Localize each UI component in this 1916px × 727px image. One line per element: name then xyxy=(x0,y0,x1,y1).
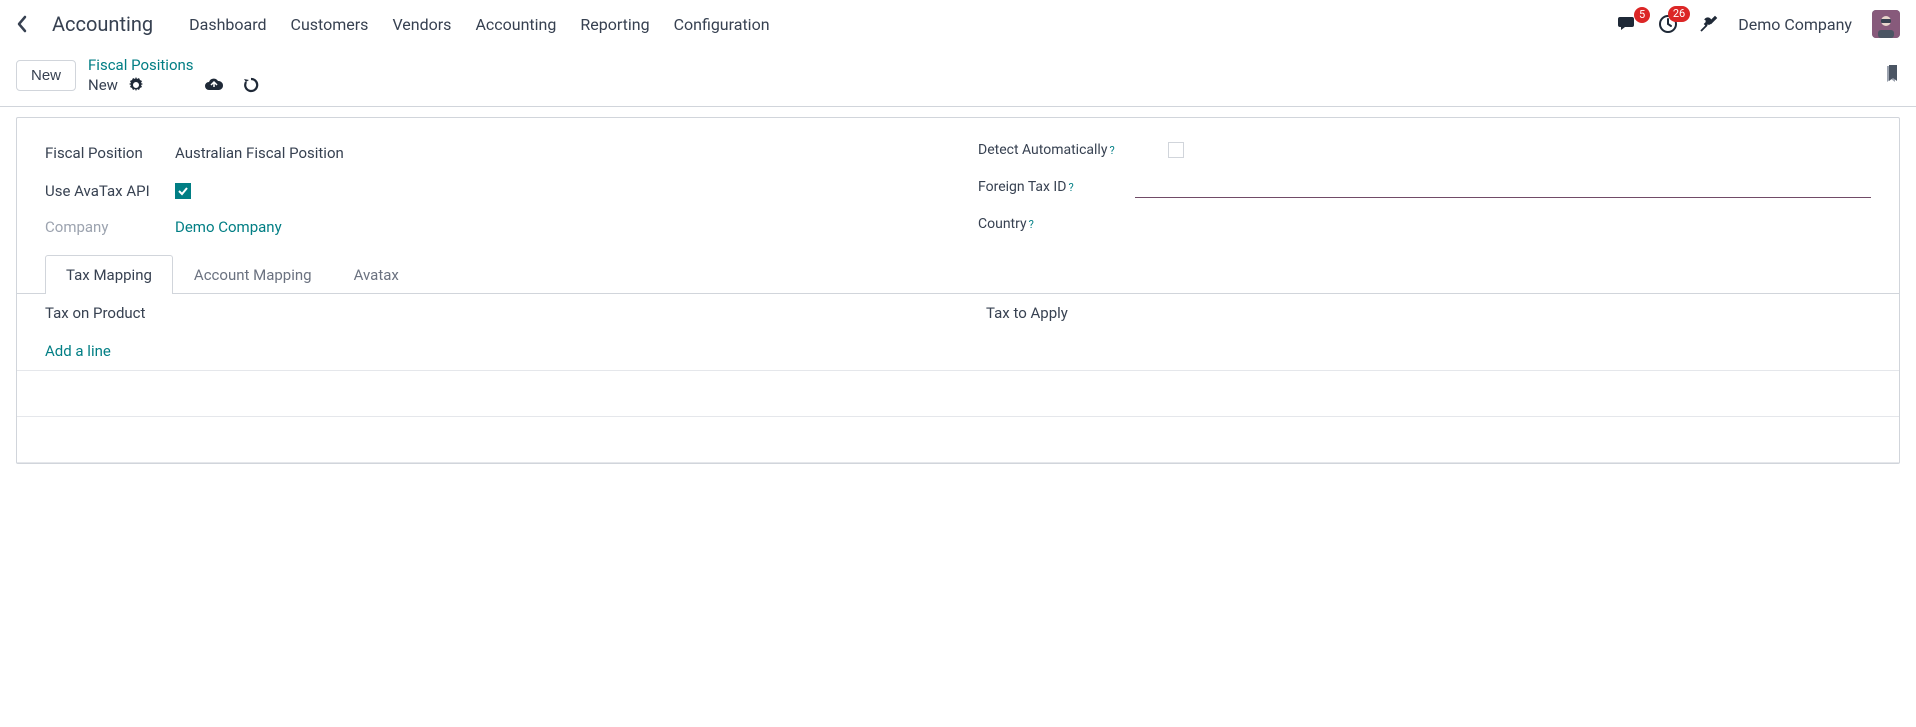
messages-badge: 5 xyxy=(1634,7,1650,23)
form-col-right: Detect Automatically ? Foreign Tax ID ? … xyxy=(978,142,1871,236)
nav-right: 5 26 Demo Company xyxy=(1618,10,1900,38)
foreign-tax-id-help-icon[interactable]: ? xyxy=(1068,181,1073,194)
detect-auto-checkbox[interactable] xyxy=(1168,142,1184,158)
nav-item-customers[interactable]: Customers xyxy=(291,15,369,34)
activities-badge: 26 xyxy=(1668,6,1690,22)
country-label: Country xyxy=(978,216,1027,232)
detect-auto-label: Detect Automatically xyxy=(978,142,1107,158)
tools-icon[interactable] xyxy=(1698,14,1718,34)
fiscal-position-value[interactable]: Australian Fiscal Position xyxy=(175,142,344,164)
foreign-tax-id-label: Foreign Tax ID xyxy=(978,179,1066,195)
nav-item-configuration[interactable]: Configuration xyxy=(674,15,770,34)
tab-tax-mapping[interactable]: Tax Mapping xyxy=(45,255,173,294)
nav-item-reporting[interactable]: Reporting xyxy=(580,15,649,34)
nav-item-dashboard[interactable]: Dashboard xyxy=(189,15,266,34)
nav-item-vendors[interactable]: Vendors xyxy=(392,15,451,34)
fiscal-position-label: Fiscal Position xyxy=(45,144,175,162)
tab-avatax[interactable]: Avatax xyxy=(333,255,420,294)
back-chevron-icon[interactable] xyxy=(16,15,28,33)
bookmark-icon[interactable] xyxy=(1884,65,1900,85)
nav-menu: Dashboard Customers Vendors Accounting R… xyxy=(189,15,769,34)
field-company: Company Demo Company xyxy=(45,218,938,236)
company-selector[interactable]: Demo Company xyxy=(1738,15,1852,34)
top-nav: Accounting Dashboard Customers Vendors A… xyxy=(0,0,1916,48)
table-empty-row xyxy=(17,371,1899,417)
nav-left: Accounting Dashboard Customers Vendors A… xyxy=(16,12,770,36)
foreign-tax-id-input[interactable] xyxy=(1135,176,1871,198)
company-label: Company xyxy=(45,218,175,236)
user-avatar[interactable] xyxy=(1872,10,1900,38)
field-fiscal-position: Fiscal Position Australian Fiscal Positi… xyxy=(45,142,938,164)
cloud-save-icon[interactable] xyxy=(204,77,224,93)
form-col-left: Fiscal Position Australian Fiscal Positi… xyxy=(45,142,938,236)
discard-icon[interactable] xyxy=(242,76,260,94)
detect-auto-help-icon[interactable]: ? xyxy=(1109,144,1114,157)
gear-icon[interactable] xyxy=(128,77,144,93)
col-tax-to-apply: Tax to Apply xyxy=(958,304,1899,322)
add-line-row: Add a line xyxy=(17,332,1899,371)
nav-item-accounting[interactable]: Accounting xyxy=(475,15,556,34)
tabs: Tax Mapping Account Mapping Avatax xyxy=(17,254,1899,294)
app-title[interactable]: Accounting xyxy=(52,12,153,36)
add-line-link[interactable]: Add a line xyxy=(45,342,111,360)
col-tax-on-product: Tax on Product xyxy=(17,304,958,322)
table-empty-row xyxy=(17,417,1899,463)
breadcrumb-row: New Fiscal Positions New xyxy=(0,48,1916,107)
form-sheet: Fiscal Position Australian Fiscal Positi… xyxy=(16,117,1900,464)
field-detect-auto: Detect Automatically ? xyxy=(978,142,1871,158)
breadcrumb: Fiscal Positions New xyxy=(88,56,260,94)
form-columns: Fiscal Position Australian Fiscal Positi… xyxy=(45,142,1871,236)
tab-account-mapping[interactable]: Account Mapping xyxy=(173,255,333,294)
table-body: Add a line xyxy=(17,332,1899,463)
field-foreign-tax-id: Foreign Tax ID ? xyxy=(978,176,1871,198)
field-use-avatax: Use AvaTax API xyxy=(45,182,938,200)
breadcrumb-parent[interactable]: Fiscal Positions xyxy=(88,56,260,74)
breadcrumb-current: New xyxy=(88,76,118,94)
messages-icon[interactable]: 5 xyxy=(1618,15,1638,33)
company-value[interactable]: Demo Company xyxy=(175,218,282,236)
country-help-icon[interactable]: ? xyxy=(1029,218,1034,231)
use-avatax-checkbox[interactable] xyxy=(175,183,191,199)
use-avatax-label: Use AvaTax API xyxy=(45,182,175,200)
activities-icon[interactable]: 26 xyxy=(1658,14,1678,34)
field-country: Country ? xyxy=(978,216,1871,232)
table-header: Tax on Product Tax to Apply xyxy=(17,294,1899,332)
new-button[interactable]: New xyxy=(16,60,76,91)
